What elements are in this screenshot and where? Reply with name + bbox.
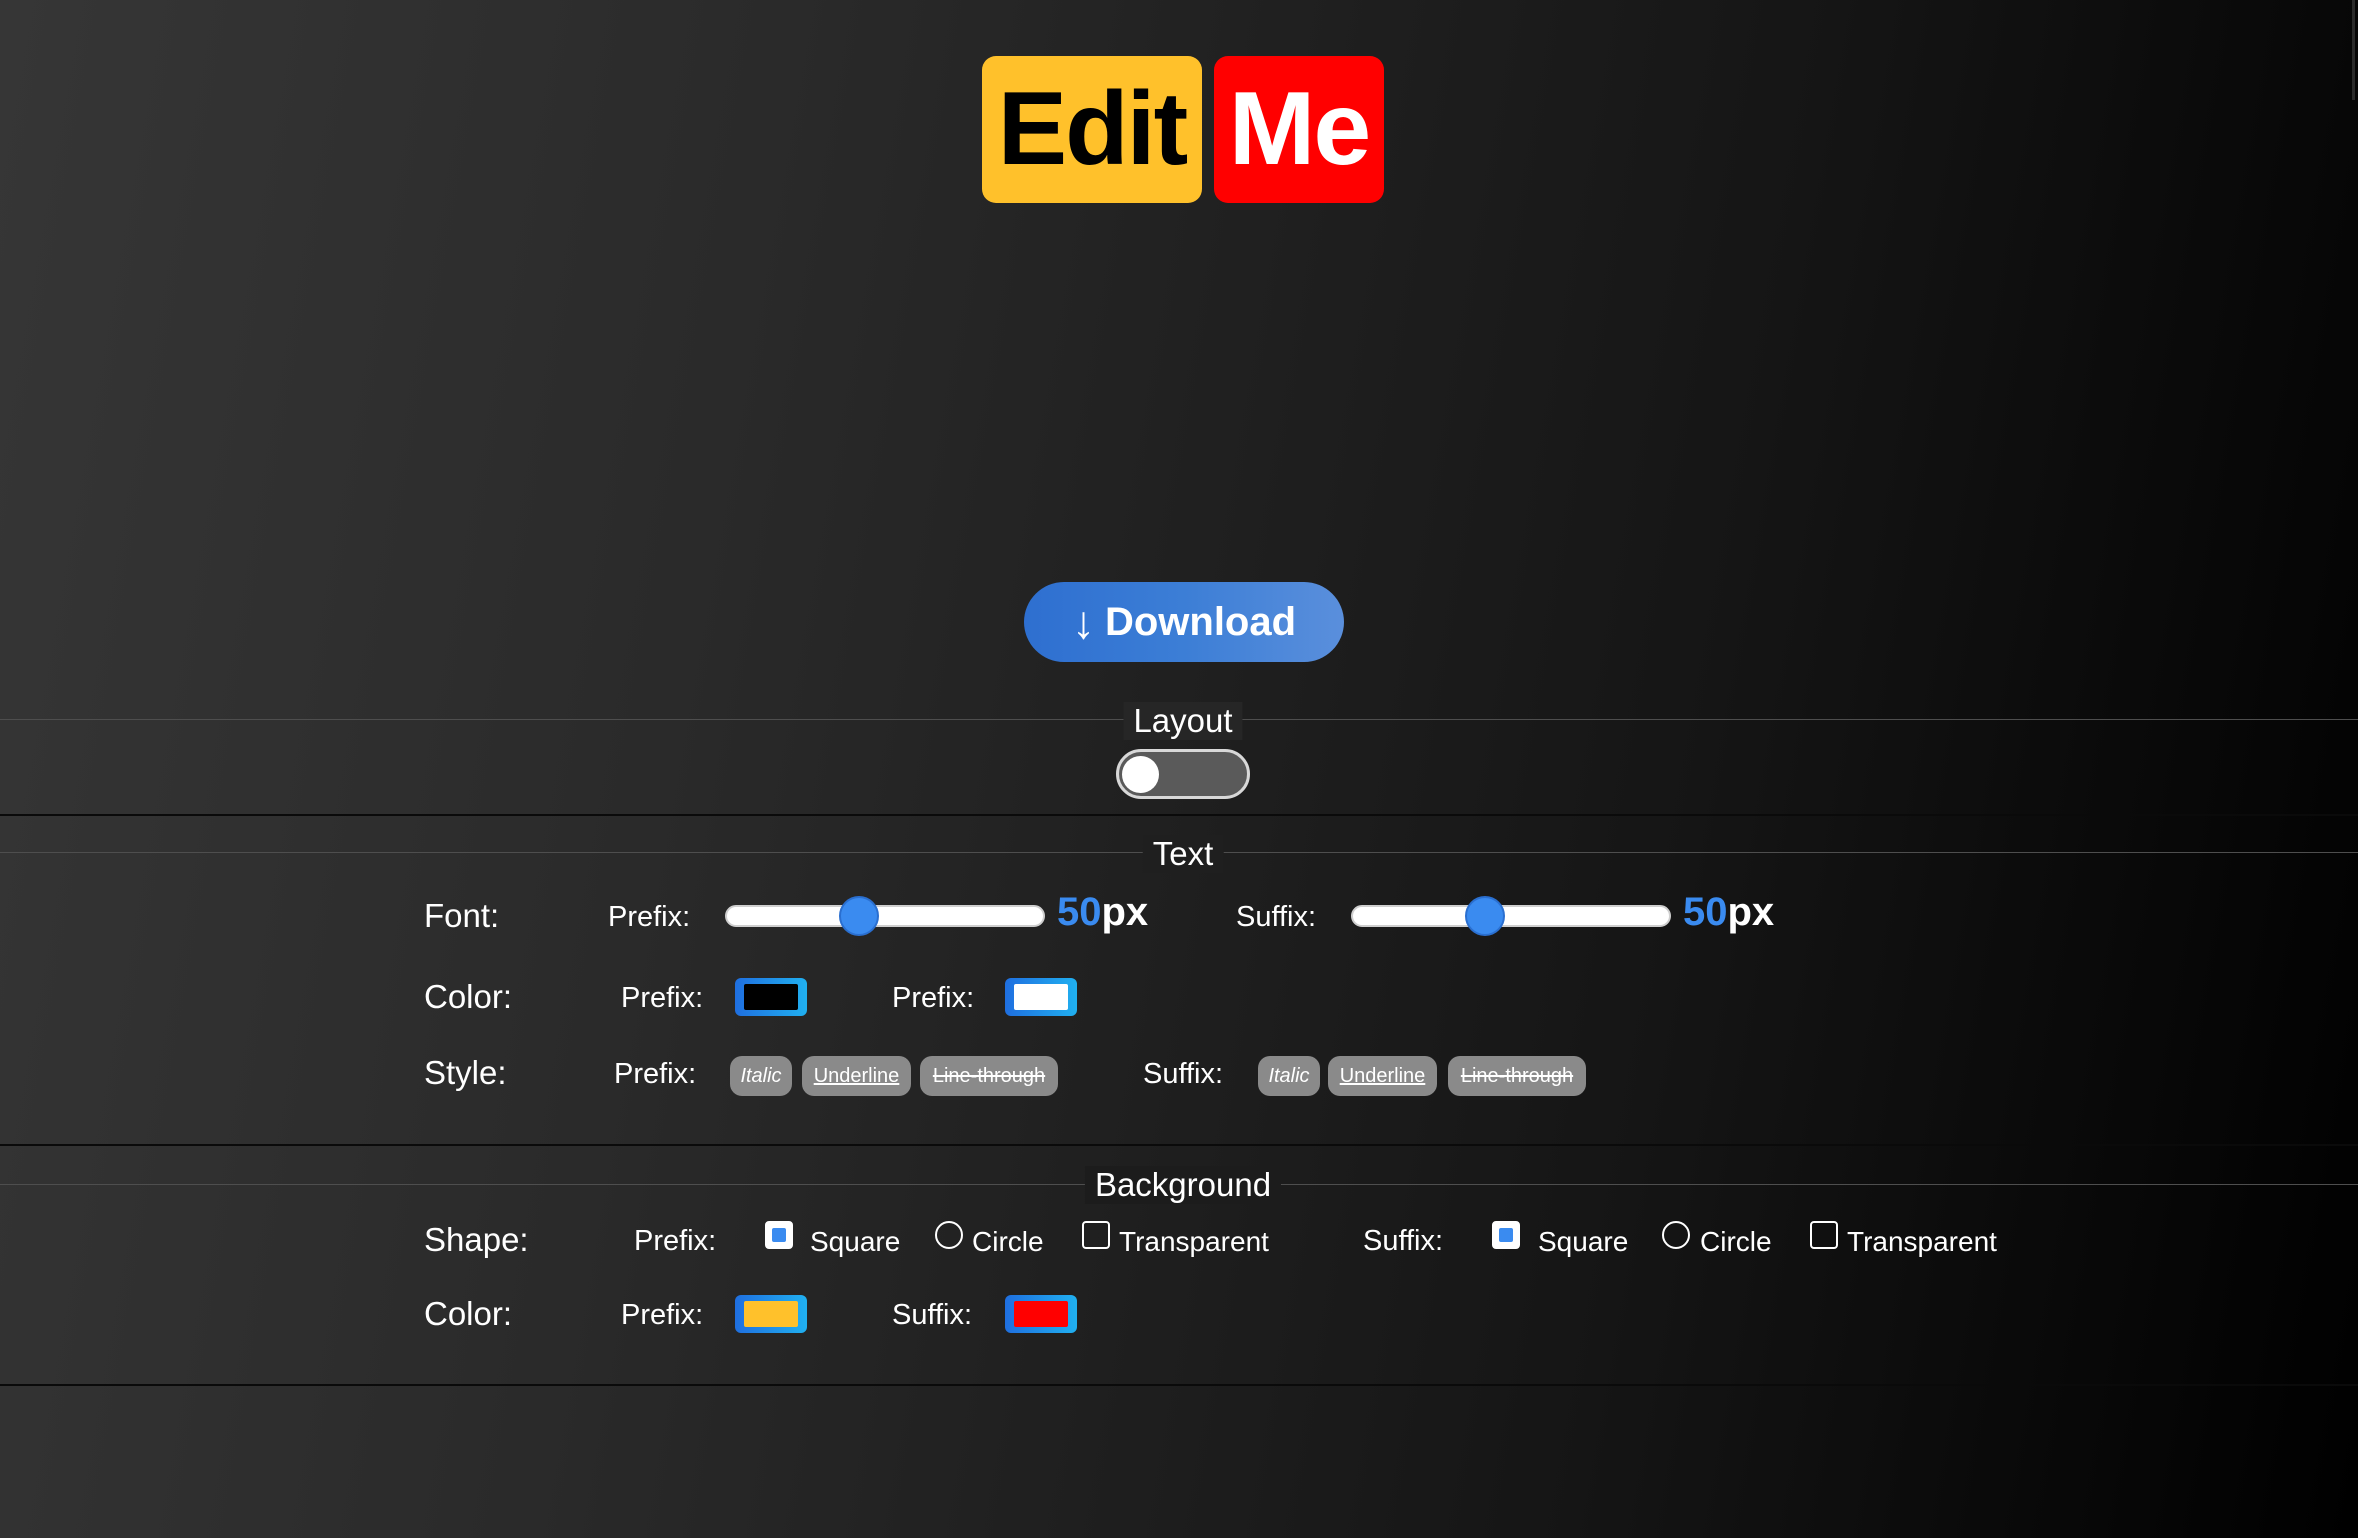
shape-prefix-square-check-mark	[772, 1228, 786, 1242]
shape-suffix-circle-radio[interactable]	[1662, 1221, 1690, 1249]
text-title: Text	[1142, 835, 1224, 873]
download-button[interactable]: ↓ Download	[1024, 582, 1344, 662]
logo-suffix[interactable]: Me	[1214, 56, 1384, 203]
shape-suffix-square-check-mark	[1499, 1228, 1513, 1242]
font-row-label: Font:	[424, 897, 500, 934]
text-color-prefix-fill	[744, 984, 798, 1010]
shape-suffix-circle-label[interactable]: Circle	[1700, 1226, 1772, 1258]
style-suffix-label: Suffix:	[1143, 1058, 1224, 1090]
font-prefix-slider[interactable]	[725, 905, 1045, 927]
style-prefix-label: Prefix:	[614, 1058, 697, 1090]
shape-prefix-transparent-label[interactable]: Transparent	[1119, 1226, 1269, 1258]
layout-toggle-knob[interactable]	[1122, 756, 1159, 793]
font-suffix-size-readout: 50px	[1683, 890, 1774, 935]
download-label: Download	[1104, 599, 1297, 644]
text-color-row-label: Color:	[424, 978, 513, 1015]
style-suffix-linethrough-chip[interactable]: Line-through	[1448, 1056, 1586, 1096]
shape-suffix-square-label[interactable]: Square	[1538, 1226, 1628, 1258]
shape-prefix-transparent-checkbox[interactable]	[1082, 1221, 1110, 1249]
text-color-suffix-label: Prefix:	[892, 982, 975, 1014]
logo-prefix[interactable]: Edit	[982, 56, 1202, 203]
font-suffix-size-unit: px	[1727, 890, 1775, 934]
shape-prefix-square-checkbox[interactable]	[765, 1221, 793, 1249]
text-color-prefix-label: Prefix:	[621, 982, 704, 1014]
layout-title: Layout	[1123, 702, 1243, 740]
shape-prefix-square-label[interactable]: Square	[810, 1226, 900, 1258]
shape-row-label: Shape:	[424, 1221, 529, 1258]
style-suffix-italic-chip[interactable]: Italic	[1258, 1056, 1320, 1096]
style-prefix-italic-chip[interactable]: Italic	[730, 1056, 792, 1096]
text-color-suffix-swatch[interactable]	[1005, 978, 1077, 1016]
font-suffix-slider[interactable]	[1351, 905, 1671, 927]
shape-prefix-circle-label[interactable]: Circle	[972, 1226, 1044, 1258]
background-color-suffix-fill	[1014, 1301, 1068, 1327]
font-suffix-slider-thumb[interactable]	[1465, 896, 1506, 936]
background-color-row-label: Color:	[424, 1295, 513, 1332]
style-row-label: Style:	[424, 1054, 507, 1091]
font-prefix-slider-thumb[interactable]	[839, 896, 880, 936]
shape-prefix-label: Prefix:	[634, 1225, 717, 1257]
background-color-suffix-swatch[interactable]	[1005, 1295, 1077, 1333]
font-prefix-size-readout: 50px	[1057, 890, 1148, 935]
font-suffix-label: Suffix:	[1236, 901, 1317, 933]
background-title: Background	[1084, 1166, 1282, 1204]
style-prefix-underline-chip[interactable]: Underline	[802, 1056, 911, 1096]
font-prefix-size-value: 50	[1057, 890, 1102, 934]
layout-divider-bottom	[0, 814, 2358, 816]
shape-suffix-transparent-checkbox[interactable]	[1810, 1221, 1838, 1249]
background-divider-bottom	[0, 1384, 2358, 1386]
down-arrow-icon: ↓	[1071, 596, 1095, 648]
style-prefix-linethrough-chip[interactable]: Line-through	[920, 1056, 1058, 1096]
background-color-prefix-fill	[744, 1301, 798, 1327]
text-color-suffix-fill	[1014, 984, 1068, 1010]
font-prefix-label: Prefix:	[608, 901, 691, 933]
text-color-prefix-swatch[interactable]	[735, 978, 807, 1016]
font-suffix-size-value: 50	[1683, 890, 1728, 934]
style-suffix-underline-chip[interactable]: Underline	[1328, 1056, 1437, 1096]
shape-prefix-circle-radio[interactable]	[935, 1221, 963, 1249]
shape-suffix-transparent-label[interactable]: Transparent	[1847, 1226, 1997, 1258]
shape-suffix-square-checkbox[interactable]	[1492, 1221, 1520, 1249]
shape-suffix-label: Suffix:	[1363, 1225, 1444, 1257]
background-color-prefix-swatch[interactable]	[735, 1295, 807, 1333]
text-divider-bottom	[0, 1144, 2358, 1146]
font-prefix-size-unit: px	[1101, 890, 1149, 934]
background-color-prefix-label: Prefix:	[621, 1299, 704, 1331]
scrollbar[interactable]	[2352, 0, 2355, 100]
background-color-suffix-label: Suffix:	[892, 1299, 973, 1331]
